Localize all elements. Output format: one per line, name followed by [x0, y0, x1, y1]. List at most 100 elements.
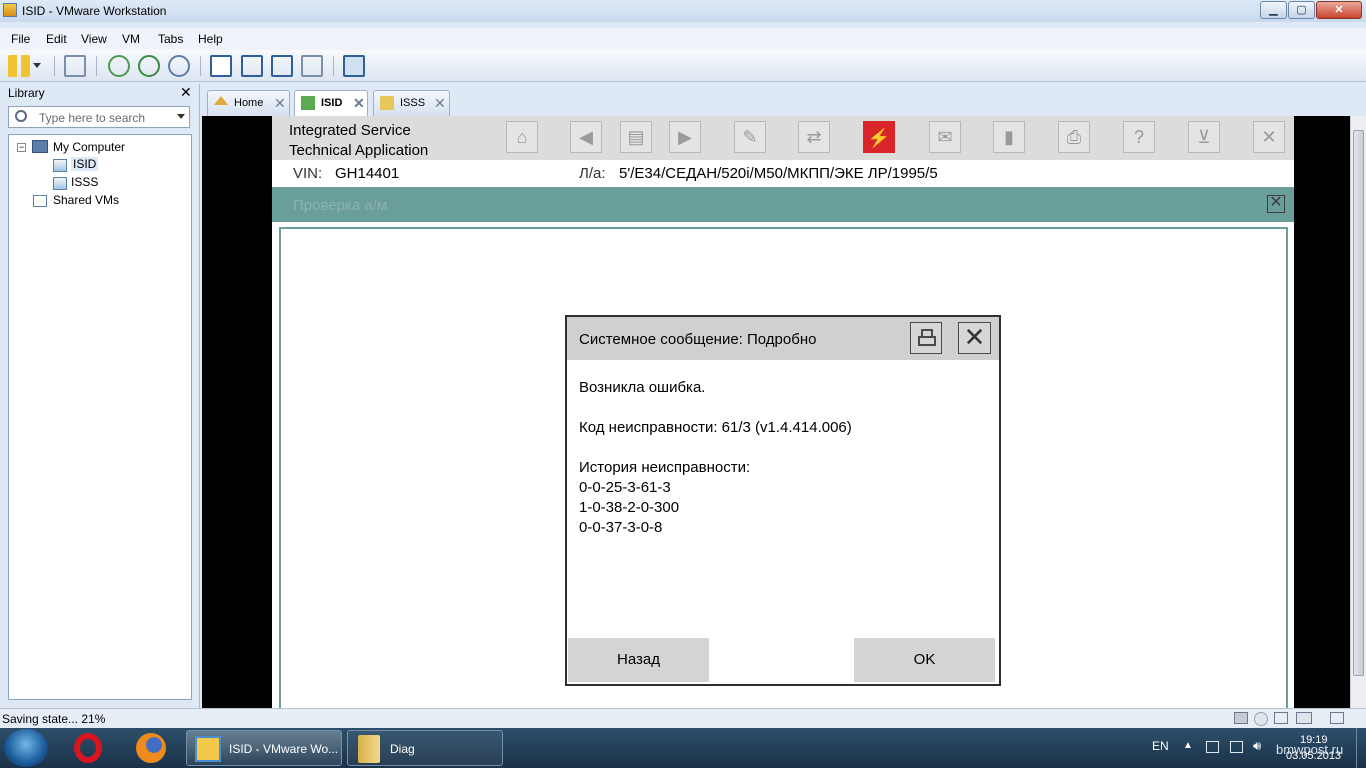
app-name-line2: Technical Application	[289, 142, 429, 159]
search-placeholder: Type here to search	[39, 111, 146, 125]
tab-label: ISSS	[400, 97, 426, 109]
ok-button[interactable]: OK	[854, 638, 995, 682]
mode-bar: Проверка а/м ✕	[272, 187, 1294, 222]
snapshot-icon[interactable]	[108, 55, 130, 77]
vmware-icon	[195, 736, 221, 762]
home-icon[interactable]: ⌂	[506, 121, 538, 153]
task-label: Diag	[390, 742, 415, 756]
close-icon[interactable]: ✕	[353, 95, 365, 112]
tab-isss[interactable]: ISSS ✕	[373, 90, 450, 116]
status-text: Saving state... 21%	[2, 712, 106, 726]
menu-file[interactable]: File	[11, 32, 30, 46]
volume-icon[interactable]: 🔊︎	[1253, 738, 1261, 754]
toolbar	[0, 50, 1366, 82]
revert-snapshot-icon[interactable]	[138, 55, 160, 77]
history-title: История неисправности:	[579, 459, 751, 476]
tab-home[interactable]: Home ✕	[207, 90, 290, 116]
history-entry: 0-0-37-3-0-8	[579, 519, 663, 536]
snapshot-manager-icon[interactable]	[168, 55, 190, 77]
back-button[interactable]: Назад	[568, 638, 709, 682]
task-vmware[interactable]: ISID - VMware Wo...	[186, 730, 342, 766]
library-search-input[interactable]: Type here to search	[8, 106, 190, 128]
tree-item-my-computer[interactable]: My Computer	[53, 140, 125, 154]
chevron-down-icon[interactable]	[33, 63, 41, 68]
network-icon[interactable]	[64, 55, 86, 77]
scrollbar-thumb[interactable]	[1353, 130, 1364, 676]
search-icon	[15, 110, 27, 122]
vm-icon	[380, 96, 394, 110]
language-indicator[interactable]: EN	[1152, 739, 1169, 753]
close-icon[interactable]: ✕	[958, 322, 991, 354]
show-desktop-button[interactable]	[1356, 728, 1366, 768]
clock-time[interactable]: 19:19	[1300, 734, 1328, 746]
firefox-logo	[136, 733, 166, 763]
network-adapter-icon[interactable]	[1274, 712, 1288, 724]
status-bar: Saving state... 21%	[0, 708, 1366, 728]
menu-edit[interactable]: Edit	[46, 32, 67, 46]
menu-vm[interactable]: VM	[122, 32, 140, 46]
firefox-icon[interactable]	[124, 730, 178, 766]
forward-icon[interactable]: ▶	[669, 121, 701, 153]
battery-icon[interactable]: ▮	[993, 121, 1025, 153]
message-log-icon[interactable]	[1330, 712, 1344, 724]
sound-icon[interactable]	[1296, 712, 1312, 724]
close-window-button[interactable]: ✕	[1316, 1, 1362, 19]
task-diag[interactable]: Diag	[347, 730, 503, 766]
vmware-app-icon	[3, 3, 17, 17]
taskbar: ISID - VMware Wo... Diag EN ▲ 🔊︎ bmwpost…	[0, 728, 1366, 768]
close-icon[interactable]: ✕	[180, 84, 192, 101]
folder-icon	[358, 735, 380, 763]
vertical-scrollbar[interactable]	[1350, 116, 1366, 708]
pause-icon[interactable]	[8, 55, 30, 77]
hard-disk-icon[interactable]	[1234, 712, 1248, 724]
show-hidden-icons-icon[interactable]: ▲	[1183, 740, 1193, 751]
unity-icon[interactable]	[301, 55, 323, 77]
vehicle-label: Л/а:	[579, 165, 606, 182]
start-button[interactable]	[4, 729, 48, 767]
back-icon[interactable]: ◀	[570, 121, 602, 153]
system-message-dialog: Системное сообщение: Подробно ✕ Возникла…	[565, 315, 1001, 686]
transfer-icon[interactable]: ⇄	[798, 121, 830, 153]
close-icon[interactable]: ✕	[1267, 195, 1285, 213]
opera-icon[interactable]	[62, 730, 116, 766]
full-screen-icon[interactable]	[271, 55, 293, 77]
tab-isid[interactable]: ISID ✕	[294, 90, 368, 116]
safely-remove-icon[interactable]	[1206, 741, 1219, 753]
wrench-icon[interactable]: ✎	[734, 121, 766, 153]
tree-item-shared-vms[interactable]: Shared VMs	[53, 193, 119, 207]
maximize-button[interactable]: ▢	[1288, 1, 1315, 19]
mail-icon[interactable]: ✉	[929, 121, 961, 153]
close-icon[interactable]: ✕	[1253, 121, 1285, 153]
print-icon[interactable]	[910, 322, 942, 354]
toolbar-separator	[200, 56, 201, 76]
tree-item-isid[interactable]: ISID	[71, 157, 99, 171]
vm-running-icon	[301, 96, 315, 110]
close-icon[interactable]: ✕	[274, 95, 286, 112]
menu-help[interactable]: Help	[198, 32, 223, 46]
print-icon[interactable]: ⎙	[1058, 121, 1090, 153]
minimize-button[interactable]: ▁	[1260, 1, 1287, 19]
tab-label: ISID	[321, 97, 343, 109]
clock-date[interactable]: 03.05.2013	[1286, 750, 1341, 762]
connector-icon[interactable]: ⚡	[863, 121, 895, 153]
close-icon[interactable]: ✕	[434, 95, 446, 112]
chevron-down-icon[interactable]	[177, 114, 185, 119]
action-center-icon[interactable]	[1230, 741, 1243, 753]
show-library-icon[interactable]	[210, 55, 232, 77]
error-message: Возникла ошибка.	[579, 379, 706, 396]
vin-label: VIN:	[293, 165, 323, 182]
title-bar: ISID - VMware Workstation ▁ ▢ ✕	[0, 0, 1366, 22]
help-icon[interactable]: ?	[1123, 121, 1155, 153]
menu-view[interactable]: View	[81, 32, 107, 46]
thumbnail-bar-icon[interactable]	[241, 55, 263, 77]
tree-item-isss[interactable]: ISSS	[71, 175, 98, 189]
console-view-icon[interactable]	[343, 55, 365, 77]
collapse-icon[interactable]: −	[17, 143, 26, 152]
cd-icon[interactable]	[1254, 712, 1268, 726]
window-title: ISID - VMware Workstation	[22, 4, 167, 18]
menu-tabs[interactable]: Tabs	[158, 32, 183, 46]
collapse-icon[interactable]: ⊻	[1188, 121, 1220, 153]
documents-icon[interactable]: ▤	[620, 121, 652, 153]
tab-label: Home	[234, 97, 264, 109]
task-label: ISID - VMware Wo...	[229, 742, 339, 756]
